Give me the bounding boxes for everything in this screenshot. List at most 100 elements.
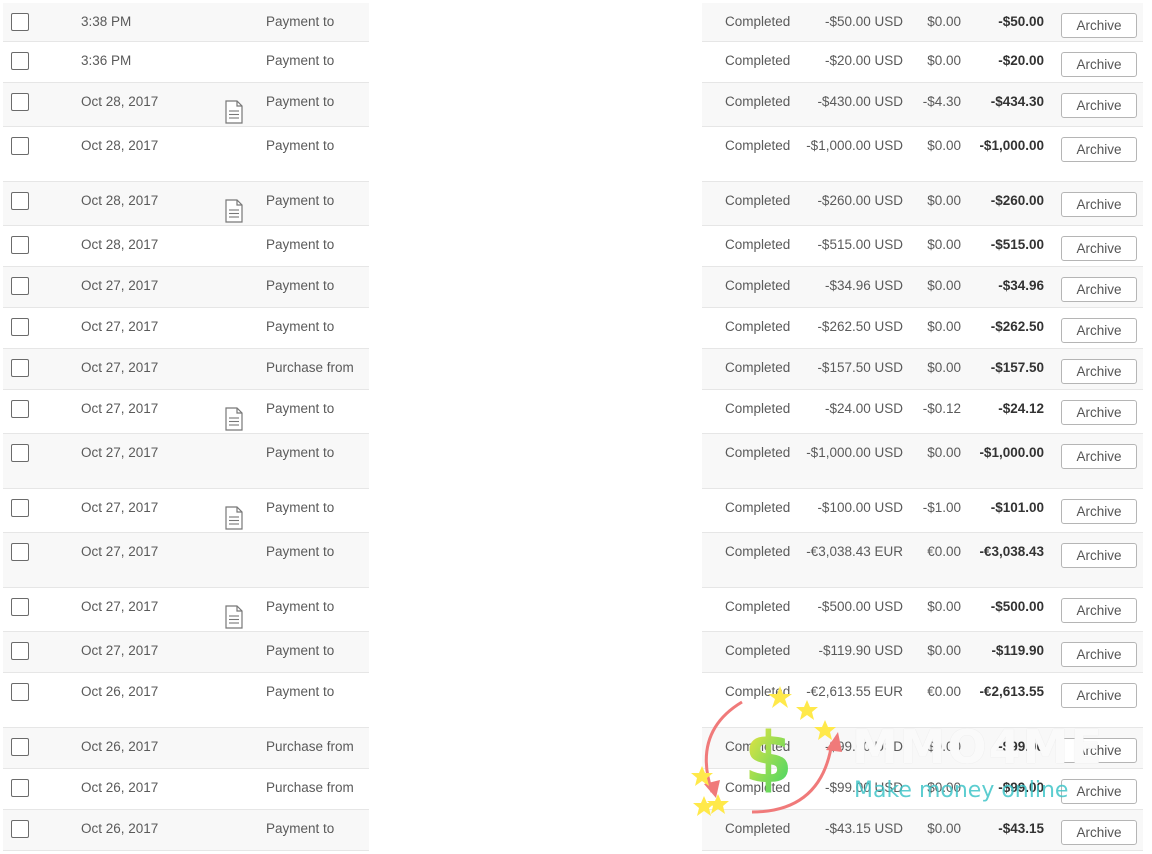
row-status: Completed xyxy=(725,544,791,559)
row-checkbox[interactable] xyxy=(11,779,29,797)
row-checkbox[interactable] xyxy=(11,52,29,70)
archive-button[interactable]: Archive xyxy=(1061,13,1137,38)
row-status: Completed xyxy=(725,821,791,836)
row-date: Oct 27, 2017 xyxy=(81,360,159,375)
row-checkbox[interactable] xyxy=(11,543,29,561)
row-status: Completed xyxy=(725,445,791,460)
row-gross: -$100.00 USD xyxy=(817,500,903,515)
row-checkbox[interactable] xyxy=(11,683,29,701)
archive-button[interactable]: Archive xyxy=(1061,738,1137,763)
row-fee: $0.00 xyxy=(927,360,961,375)
row-date: 3:38 PM xyxy=(81,14,132,29)
archive-button[interactable]: Archive xyxy=(1061,359,1137,384)
row-description: Payment to xyxy=(266,319,335,334)
row-date: Oct 26, 2017 xyxy=(81,684,159,699)
row-net: -€3,038.43 xyxy=(979,544,1044,559)
row-gross: -$99.00 USD xyxy=(824,739,903,754)
row-checkbox[interactable] xyxy=(11,93,29,111)
row-net: -$500.00 xyxy=(990,599,1044,614)
row-status: Completed xyxy=(725,360,791,375)
row-gross: -$1,000.00 USD xyxy=(806,138,903,153)
row-description: Payment to xyxy=(266,138,335,153)
row-net: -$99.00 xyxy=(998,739,1044,754)
archive-button[interactable]: Archive xyxy=(1061,683,1137,708)
row-gross: -$262.50 USD xyxy=(817,319,903,334)
row-fee: $0.00 xyxy=(927,739,961,754)
archive-button[interactable]: Archive xyxy=(1061,192,1137,217)
row-gross: -$515.00 USD xyxy=(817,237,903,252)
archive-button[interactable]: Archive xyxy=(1061,137,1137,162)
row-checkbox[interactable] xyxy=(11,359,29,377)
row-fee: $0.00 xyxy=(927,780,961,795)
archive-button[interactable]: Archive xyxy=(1061,598,1137,623)
row-status: Completed xyxy=(725,739,791,754)
row-checkbox[interactable] xyxy=(11,192,29,210)
row-description: Payment to xyxy=(266,14,335,29)
archive-button[interactable]: Archive xyxy=(1061,318,1137,343)
document-icon[interactable] xyxy=(225,100,243,124)
archive-button[interactable]: Archive xyxy=(1061,543,1137,568)
document-icon[interactable] xyxy=(225,199,243,223)
row-gross: -$99.00 USD xyxy=(824,780,903,795)
row-gross: -$43.15 USD xyxy=(824,821,903,836)
row-checkbox[interactable] xyxy=(11,444,29,462)
row-gross: -€3,038.43 EUR xyxy=(806,544,903,559)
row-status: Completed xyxy=(725,138,791,153)
row-date: Oct 28, 2017 xyxy=(81,193,159,208)
row-status: Completed xyxy=(725,14,791,29)
row-status: Completed xyxy=(725,319,791,334)
row-checkbox[interactable] xyxy=(11,13,29,31)
row-gross: -$24.00 USD xyxy=(824,401,903,416)
archive-button[interactable]: Archive xyxy=(1061,444,1137,469)
row-net: -$99.00 xyxy=(998,780,1044,795)
row-description: Payment to xyxy=(266,94,335,109)
row-gross: -€2,613.55 EUR xyxy=(806,684,903,699)
row-gross: -$260.00 USD xyxy=(817,193,903,208)
row-checkbox[interactable] xyxy=(11,137,29,155)
row-net: -€2,613.55 xyxy=(979,684,1044,699)
archive-button[interactable]: Archive xyxy=(1061,820,1137,845)
row-checkbox[interactable] xyxy=(11,598,29,616)
row-checkbox[interactable] xyxy=(11,236,29,254)
row-checkbox[interactable] xyxy=(11,277,29,295)
row-description: Payment to xyxy=(266,237,335,252)
document-icon[interactable] xyxy=(225,407,243,431)
row-date: Oct 26, 2017 xyxy=(81,780,159,795)
row-checkbox[interactable] xyxy=(11,642,29,660)
archive-button[interactable]: Archive xyxy=(1061,642,1137,667)
row-fee: €0.00 xyxy=(927,684,961,699)
row-status: Completed xyxy=(725,53,791,68)
row-gross: -$119.90 USD xyxy=(818,643,903,658)
row-status: Completed xyxy=(725,599,791,614)
row-net: -$20.00 xyxy=(998,53,1044,68)
row-description: Payment to xyxy=(266,821,335,836)
row-date: Oct 28, 2017 xyxy=(81,94,159,109)
row-description: Payment to xyxy=(266,53,335,68)
document-icon[interactable] xyxy=(225,605,243,629)
archive-button[interactable]: Archive xyxy=(1061,277,1137,302)
archive-button[interactable]: Archive xyxy=(1061,400,1137,425)
row-status: Completed xyxy=(725,684,791,699)
row-net: -$101.00 xyxy=(990,500,1044,515)
archive-button[interactable]: Archive xyxy=(1061,779,1137,804)
row-fee: $0.00 xyxy=(927,643,961,658)
row-checkbox[interactable] xyxy=(11,400,29,418)
archive-button[interactable]: Archive xyxy=(1061,52,1137,77)
archive-button[interactable]: Archive xyxy=(1061,499,1137,524)
archive-button[interactable]: Archive xyxy=(1061,93,1137,118)
row-date: Oct 27, 2017 xyxy=(81,319,159,334)
redacted-area xyxy=(369,3,702,854)
row-description: Payment to xyxy=(266,599,335,614)
row-date: Oct 27, 2017 xyxy=(81,278,159,293)
row-checkbox[interactable] xyxy=(11,820,29,838)
row-checkbox[interactable] xyxy=(11,318,29,336)
row-net: -$119.90 xyxy=(991,643,1044,658)
row-date: Oct 26, 2017 xyxy=(81,821,159,836)
row-gross: -$1,000.00 USD xyxy=(806,445,903,460)
row-fee: $0.00 xyxy=(927,445,961,460)
row-date: Oct 27, 2017 xyxy=(81,544,159,559)
document-icon[interactable] xyxy=(225,506,243,530)
row-checkbox[interactable] xyxy=(11,499,29,517)
archive-button[interactable]: Archive xyxy=(1061,236,1137,261)
row-checkbox[interactable] xyxy=(11,738,29,756)
